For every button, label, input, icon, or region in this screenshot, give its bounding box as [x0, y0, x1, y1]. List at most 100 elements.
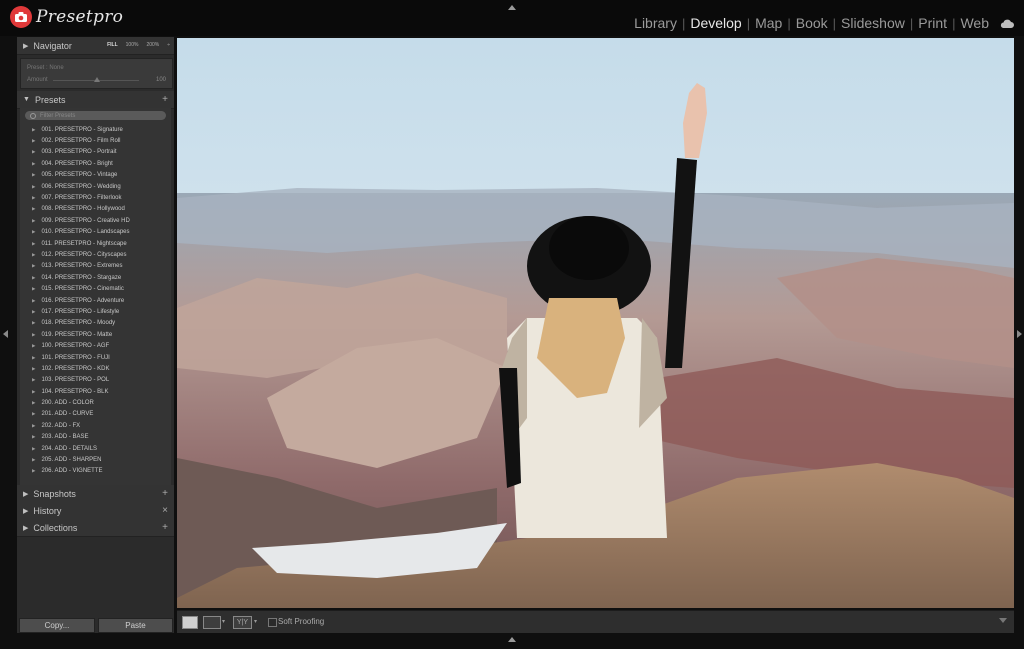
expand-triangle-icon: ▶: [32, 320, 36, 326]
module-book[interactable]: Book: [791, 15, 833, 31]
expand-triangle-icon: ▶: [32, 343, 36, 349]
collections-header[interactable]: ▶ Collections +: [17, 519, 174, 537]
paste-settings-button[interactable]: Paste: [98, 618, 173, 633]
preset-folder-item[interactable]: ▶ 103. PRESETPRO - POL: [20, 375, 171, 386]
preset-folder-item[interactable]: ▶ 019. PRESETPRO - Matte: [20, 329, 171, 340]
expand-triangle-icon: ▶: [32, 149, 36, 155]
preset-folder-label: 201. ADD - CURVE: [41, 411, 94, 418]
preset-folder-item[interactable]: ▶ 002. PRESETPRO - Film Roll: [20, 135, 171, 146]
preset-folder-item[interactable]: ▶ 013. PRESETPRO - Extremes: [20, 261, 171, 272]
add-collection-button[interactable]: +: [162, 522, 168, 533]
loupe-view-button[interactable]: [182, 616, 198, 629]
preset-folder-item[interactable]: ▶ 018. PRESETPRO - Moody: [20, 318, 171, 329]
collapse-top-panel-icon[interactable]: [508, 5, 516, 10]
toolbar-menu-icon[interactable]: [999, 618, 1007, 623]
module-develop[interactable]: Develop: [685, 15, 746, 31]
preset-folder-item[interactable]: ▶ 206. ADD - VIGNETTE: [20, 466, 171, 477]
preset-folder-item[interactable]: ▶ 009. PRESETPRO - Creative HD: [20, 215, 171, 226]
expand-triangle-icon: ▶: [32, 206, 36, 212]
collapse-filmstrip-icon[interactable]: [508, 637, 516, 642]
preset-folder-label: 016. PRESETPRO - Adventure: [41, 297, 125, 304]
preset-folder-item[interactable]: ▶ 012. PRESETPRO - Cityscapes: [20, 249, 171, 260]
preset-folder-item[interactable]: ▶ 102. PRESETPRO - KDK: [20, 363, 171, 374]
module-library[interactable]: Library: [629, 15, 682, 31]
preset-folder-item[interactable]: ▶ 205. ADD - SHARPEN: [20, 454, 171, 465]
expand-triangle-icon: ▶: [32, 445, 36, 451]
cloud-icon[interactable]: [1000, 15, 1014, 31]
preset-folder-item[interactable]: ▶ 003. PRESETPRO - Portrait: [20, 147, 171, 158]
preset-name-label: Preset : None: [27, 65, 64, 71]
presets-title: Presets: [34, 94, 66, 105]
preset-folder-item[interactable]: ▶ 101. PRESETPRO - FUJI: [20, 352, 171, 363]
yy-options-caret-icon[interactable]: ▾: [254, 618, 257, 625]
preset-search-input[interactable]: Filter Presets: [25, 111, 166, 120]
preset-folder-item[interactable]: ▶ 011. PRESETPRO - Nightscape: [20, 238, 171, 249]
expand-triangle-icon: ▶: [23, 42, 29, 50]
history-title: History: [33, 505, 62, 516]
soft-proofing-checkbox[interactable]: [268, 618, 277, 627]
copy-settings-button[interactable]: Copy...: [19, 618, 95, 633]
preset-folder-label: 100. PRESETPRO - AGF: [41, 343, 110, 350]
amount-slider-thumb[interactable]: [94, 77, 100, 82]
before-after-yy-button[interactable]: Y|Y: [233, 616, 252, 629]
preset-folder-item[interactable]: ▶ 204. ADD - DETAILS: [20, 443, 171, 454]
view-options-caret-icon[interactable]: ▾: [222, 618, 225, 625]
soft-proofing-label: Soft Proofing: [278, 617, 325, 626]
expand-triangle-icon: ▶: [32, 195, 36, 201]
left-panel: ▶ Navigator FILL 100% 200% ÷ Preset : No…: [17, 37, 174, 633]
preset-folder-label: 017. PRESETPRO - Lifestyle: [41, 308, 120, 315]
preset-folder-label: 200. ADD - COLOR: [41, 400, 94, 407]
preset-folder-item[interactable]: ▶ 016. PRESETPRO - Adventure: [20, 295, 171, 306]
clear-history-button[interactable]: ×: [162, 505, 168, 516]
preset-folder-label: 004. PRESETPRO - Bright: [41, 160, 113, 167]
expand-triangle-icon: ▶: [32, 297, 36, 303]
preset-folder-item[interactable]: ▶ 010. PRESETPRO - Landscapes: [20, 227, 171, 238]
preset-folder-label: 202. ADD - FX: [41, 422, 81, 429]
photo-image: [177, 38, 1014, 608]
expand-triangle-icon: ▶: [32, 308, 36, 314]
history-header[interactable]: ▶ History ×: [17, 502, 174, 520]
preset-folder-item[interactable]: ▶ 017. PRESETPRO - Lifestyle: [20, 306, 171, 317]
zoom-200[interactable]: 200%: [146, 42, 159, 48]
presets-header[interactable]: ▼ Presets +: [17, 91, 174, 109]
preset-folder-item[interactable]: ▶ 006. PRESETPRO - Wedding: [20, 181, 171, 192]
module-print[interactable]: Print: [913, 15, 952, 31]
module-slideshow[interactable]: Slideshow: [836, 15, 910, 31]
preset-folder-item[interactable]: ▶ 001. PRESETPRO - Signature: [20, 124, 171, 135]
snapshots-header[interactable]: ▶ Snapshots +: [17, 485, 174, 503]
navigator-title: Navigator: [33, 40, 72, 51]
preset-folder-item[interactable]: ▶ 008. PRESETPRO - Hollywood: [20, 204, 171, 215]
preset-folder-item[interactable]: ▶ 004. PRESETPRO - Bright: [20, 158, 171, 169]
preset-folder-label: 003. PRESETPRO - Portrait: [41, 149, 117, 156]
module-web[interactable]: Web: [955, 15, 994, 31]
zoom-menu-icon[interactable]: ÷: [167, 42, 170, 48]
expand-triangle-icon: ▶: [32, 172, 36, 178]
navigator-header[interactable]: ▶ Navigator FILL 100% 200% ÷: [17, 37, 174, 55]
preset-folder-item[interactable]: ▶ 200. ADD - COLOR: [20, 397, 171, 408]
preset-folder-item[interactable]: ▶ 201. ADD - CURVE: [20, 409, 171, 420]
zoom-100[interactable]: 100%: [126, 42, 139, 48]
photo-viewport[interactable]: [177, 38, 1014, 608]
add-preset-button[interactable]: +: [162, 94, 168, 105]
add-snapshot-button[interactable]: +: [162, 488, 168, 499]
module-map[interactable]: Map: [750, 15, 787, 31]
before-after-view-button[interactable]: [203, 616, 221, 629]
preset-folder-item[interactable]: ▶ 015. PRESETPRO - Cinematic: [20, 283, 171, 294]
expand-triangle-icon: ▶: [32, 388, 36, 394]
preset-folder-item[interactable]: ▶ 104. PRESETPRO - BLK: [20, 386, 171, 397]
preset-folder-item[interactable]: ▶ 202. ADD - FX: [20, 420, 171, 431]
navigator-preview: Preset : None Amount 100: [20, 58, 173, 89]
expand-triangle-icon: ▶: [32, 354, 36, 360]
zoom-fill[interactable]: FILL: [107, 42, 118, 48]
navigator-zoom-options: FILL 100% 200% ÷: [99, 42, 170, 48]
preset-folder-label: 010. PRESETPRO - Landscapes: [41, 229, 130, 236]
collapse-right-panel-icon[interactable]: [1017, 330, 1022, 338]
preset-folder-item[interactable]: ▶ 014. PRESETPRO - Stargaze: [20, 272, 171, 283]
preset-folder-item[interactable]: ▶ 007. PRESETPRO - Filterlook: [20, 192, 171, 203]
preset-folder-item[interactable]: ▶ 203. ADD - BASE: [20, 432, 171, 443]
collapse-left-panel-icon[interactable]: [3, 330, 8, 338]
preset-folder-item[interactable]: ▶ 005. PRESETPRO - Vintage: [20, 170, 171, 181]
preset-folder-item[interactable]: ▶ 100. PRESETPRO - AGF: [20, 340, 171, 351]
camera-icon: [10, 6, 32, 28]
preset-folder-label: 102. PRESETPRO - KDK: [41, 365, 110, 372]
